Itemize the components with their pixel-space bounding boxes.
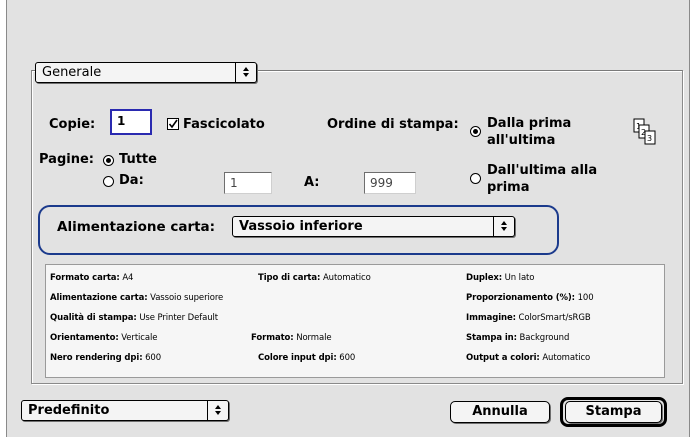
copies-label: Copie: (49, 117, 96, 132)
pages-all-label: Tutte (119, 152, 157, 167)
pages-from-radio[interactable] (103, 176, 114, 187)
panel-menu-value: Generale (42, 65, 102, 80)
pages-to-label: A: (304, 175, 320, 190)
order-label: Ordine di stampa: (327, 117, 459, 132)
collate-checkbox[interactable] (167, 118, 179, 130)
copies-input[interactable]: 1 (110, 109, 152, 135)
pages-from-input[interactable]: 1 (224, 172, 272, 194)
order-last-label-1: Dall'ultima alla (487, 163, 598, 178)
collate-label: Fascicolato (183, 117, 265, 132)
paper-source-label: Alimentazione carta: (57, 219, 216, 235)
order-last-label-2: prima (487, 180, 530, 195)
svg-text:3: 3 (647, 134, 652, 143)
order-first-radio[interactable] (470, 126, 481, 137)
order-first-label-2: all'ultima (487, 133, 556, 148)
print-button[interactable]: Stampa (565, 401, 662, 423)
summary-item: Duplex: Un lato (466, 273, 535, 283)
settings-summary: Formato carta: A4 Tipo di carta: Automat… (45, 264, 665, 378)
pages-to-input[interactable]: 999 (364, 172, 416, 194)
pages-from-label: Da: (119, 173, 144, 188)
summary-item: Nero rendering dpi: 600 (50, 353, 162, 363)
cancel-button[interactable]: Annulla (450, 401, 550, 423)
pages-all-radio[interactable] (103, 155, 114, 166)
summary-item: Proporzionamento (%): 100 (466, 293, 594, 303)
checkmark-icon (168, 119, 178, 129)
paper-source-menu[interactable]: Vassoio inferiore (232, 216, 515, 237)
summary-item: Colore input dpi: 600 (258, 353, 356, 363)
summary-item: Output a colori: Automatico (466, 353, 591, 363)
summary-item: Orientamento: Verticale (50, 333, 158, 343)
preset-menu[interactable]: Predefinito (21, 400, 229, 421)
preset-menu-value: Predefinito (28, 403, 110, 418)
summary-item: Stampa in: Background (466, 333, 570, 343)
summary-item: Formato carta: A4 (50, 273, 134, 283)
order-last-radio[interactable] (470, 173, 481, 184)
pages-label: Pagine: (39, 152, 94, 167)
panel-menu[interactable]: Generale (35, 62, 257, 83)
popup-arrows-icon (235, 63, 256, 82)
summary-item: Tipo di carta: Automatico (258, 273, 371, 283)
popup-arrows-icon (207, 401, 228, 420)
order-first-label-1: Dalla prima (487, 116, 572, 131)
summary-item: Alimentazione carta: Vassoio superiore (50, 293, 224, 303)
popup-arrows-icon (493, 217, 514, 236)
paper-source-value: Vassoio inferiore (239, 219, 363, 234)
collate-order-icon: 1 2 3 (633, 118, 657, 150)
summary-item: Qualità di stampa: Use Printer Default (50, 313, 219, 323)
summary-item: Formato: Normale (251, 333, 332, 343)
summary-item: Immagine: ColorSmart/sRGB (466, 313, 591, 323)
print-dialog: Generale Copie: 1 Fascicolato Ordine di … (6, 0, 690, 437)
